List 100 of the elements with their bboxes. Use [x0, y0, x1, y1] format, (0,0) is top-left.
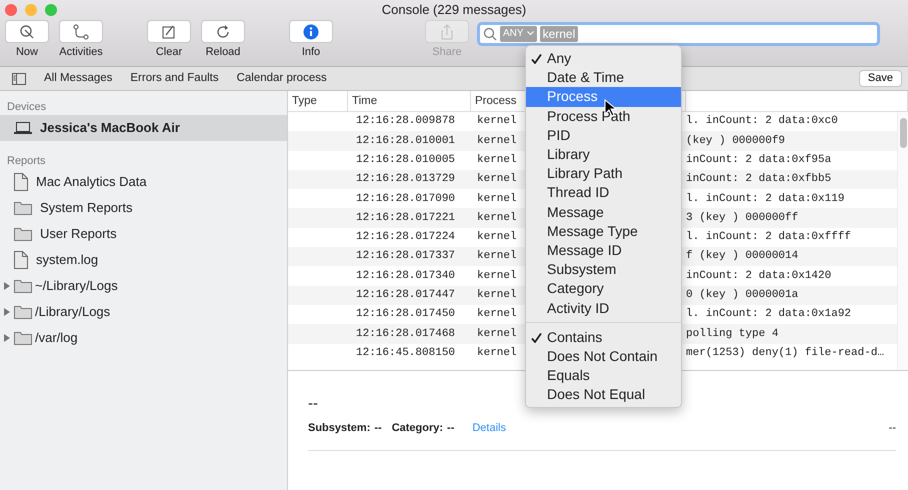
- table-cell: 12:16:28.009878: [356, 115, 456, 128]
- sidebar-heading: Devices: [6, 100, 48, 115]
- scrollbar-thumb[interactable]: [900, 118, 907, 148]
- toolbar-label: Clear: [156, 45, 182, 60]
- table-cell-text: inCount: 2 data:0xfbb5: [686, 172, 832, 188]
- document-icon: [14, 173, 28, 191]
- table-cell: 12:16:28.017447: [356, 289, 456, 302]
- column-header[interactable]: Time: [348, 91, 471, 111]
- table-cell: kernel: [477, 289, 517, 302]
- folder-icon: [14, 227, 32, 241]
- table-cell-text: l. inCount: 2 data:0x119: [686, 192, 844, 207]
- close-button[interactable]: [5, 4, 17, 16]
- filter-tab[interactable]: Errors and Faults: [130, 70, 219, 88]
- folder-icon: [14, 279, 32, 293]
- table-cell: 12:16:28.013729: [356, 173, 456, 186]
- table-cell: kernel: [477, 231, 517, 244]
- table-cell: kernel: [477, 192, 517, 205]
- table-cell: 12:16:28.017468: [356, 328, 456, 340]
- field-value: --: [888, 420, 896, 436]
- toolbar-label: Now: [16, 45, 38, 60]
- toolbar-button[interactable]: [289, 20, 333, 43]
- menu-item[interactable]: Does Not Equal: [526, 385, 681, 404]
- sidebar-item[interactable]: User Reports: [0, 221, 287, 247]
- menu-item[interactable]: Process: [526, 87, 681, 107]
- table-cell: 12:16:28.017090: [356, 192, 456, 205]
- toolbar-button[interactable]: [5, 20, 49, 43]
- column-header[interactable]: Type: [288, 91, 348, 111]
- table-cell-text: polling type 4: [686, 326, 778, 342]
- save-button[interactable]: Save: [858, 70, 902, 87]
- toolbar-label: Info: [302, 45, 320, 60]
- menu-item[interactable]: Library Path: [526, 164, 681, 184]
- table-cell: kernel: [477, 308, 517, 320]
- menu-item[interactable]: Category: [526, 279, 681, 298]
- table-cell-text: f (key ) 00000014: [686, 249, 798, 264]
- menu-item[interactable]: Subsystem: [526, 260, 681, 280]
- table-cell-text: mer(1253) deny(1) file-read-d…: [686, 346, 884, 361]
- field-label: Subsystem:: [308, 420, 370, 436]
- sidebar-item[interactable]: system.log: [0, 247, 287, 273]
- table-cell: kernel: [477, 212, 517, 224]
- table-cell-text: 0 (key ) 0000001a: [686, 288, 798, 304]
- table-cell: kernel: [477, 115, 517, 128]
- filter-tab[interactable]: Calendar process: [236, 70, 327, 88]
- table-cell-text: (key ) 000000f9: [686, 134, 786, 149]
- sidebar-toggle-icon: [12, 72, 26, 84]
- table-cell: 12:16:28.017224: [356, 231, 456, 244]
- info-icon: [303, 24, 319, 40]
- field-value: --: [374, 420, 382, 436]
- reload-icon: [215, 24, 231, 40]
- menu-item[interactable]: Activity ID: [526, 298, 681, 318]
- search-icon: [483, 27, 497, 41]
- toolbar-label: Share: [432, 45, 462, 60]
- menu-item[interactable]: Date & Time: [526, 68, 681, 88]
- menu-item[interactable]: Message ID: [526, 240, 681, 260]
- menu-item[interactable]: Contains: [526, 328, 681, 347]
- menu-item[interactable]: Thread ID: [526, 183, 681, 202]
- folder-icon: [14, 305, 32, 319]
- laptop-icon: [14, 122, 32, 134]
- table-cell: kernel: [477, 173, 517, 186]
- toolbar-label: Activities: [59, 45, 103, 60]
- table-cell: kernel: [477, 328, 517, 340]
- table-cell: kernel: [477, 270, 517, 282]
- table-cell: kernel: [477, 346, 517, 359]
- menu-item[interactable]: Library: [526, 144, 681, 164]
- table-cell: 12:16:28.010001: [356, 134, 456, 147]
- table-cell-text: 3 (key ) 000000ff: [686, 210, 798, 226]
- sidebar-item[interactable]: Mac Analytics Data: [0, 169, 287, 195]
- sidebar-item[interactable]: ~/Library/Logs: [0, 273, 287, 299]
- menu-item[interactable]: Message Type: [526, 222, 681, 241]
- table-cell-text: l. inCount: 2 data:0x1a92: [686, 307, 852, 322]
- table-cell-text: l. inCount: 2 data:0xc0: [686, 114, 838, 130]
- menu-item[interactable]: Equals: [526, 366, 681, 386]
- table-cell: 12:16:28.010005: [356, 154, 456, 166]
- menu-item[interactable]: Message: [526, 202, 681, 222]
- folder-icon: [14, 201, 32, 215]
- window-title: Console (229 messages): [382, 1, 526, 20]
- filter-tab[interactable]: All Messages: [44, 70, 112, 88]
- detail-headline: --: [308, 394, 318, 414]
- sidebar-heading: Reports: [6, 154, 47, 169]
- table-cell: 12:16:28.017337: [356, 250, 456, 262]
- table-cell-text: l. inCount: 2 data:0xffff: [686, 230, 852, 246]
- table-cell: kernel: [477, 250, 517, 262]
- sidebar-item[interactable]: System Reports: [0, 195, 287, 221]
- field-label: Category:: [392, 420, 444, 436]
- share-icon: [439, 24, 455, 40]
- menu-item[interactable]: Any: [526, 49, 681, 68]
- menu-item[interactable]: Does Not Contain: [526, 346, 681, 366]
- menu-item[interactable]: PID: [526, 126, 681, 145]
- toolbar-label: Reload: [206, 45, 240, 60]
- toolbar-button[interactable]: [59, 20, 103, 43]
- sidebar-item[interactable]: Jessica's MacBook Air: [0, 115, 287, 141]
- sidebar-item[interactable]: /Library/Logs: [0, 299, 287, 325]
- document-icon: [14, 251, 28, 269]
- field-value: --: [447, 420, 454, 436]
- toolbar-button[interactable]: [201, 20, 245, 43]
- route-icon: [73, 24, 89, 40]
- toolbar-button[interactable]: [147, 20, 191, 43]
- table-cell: 12:16:28.017340: [356, 270, 456, 282]
- sidebar-item[interactable]: /var/log: [0, 325, 287, 351]
- now-icon: [19, 24, 35, 40]
- table-cell-text: inCount: 2 data:0x1420: [686, 268, 832, 284]
